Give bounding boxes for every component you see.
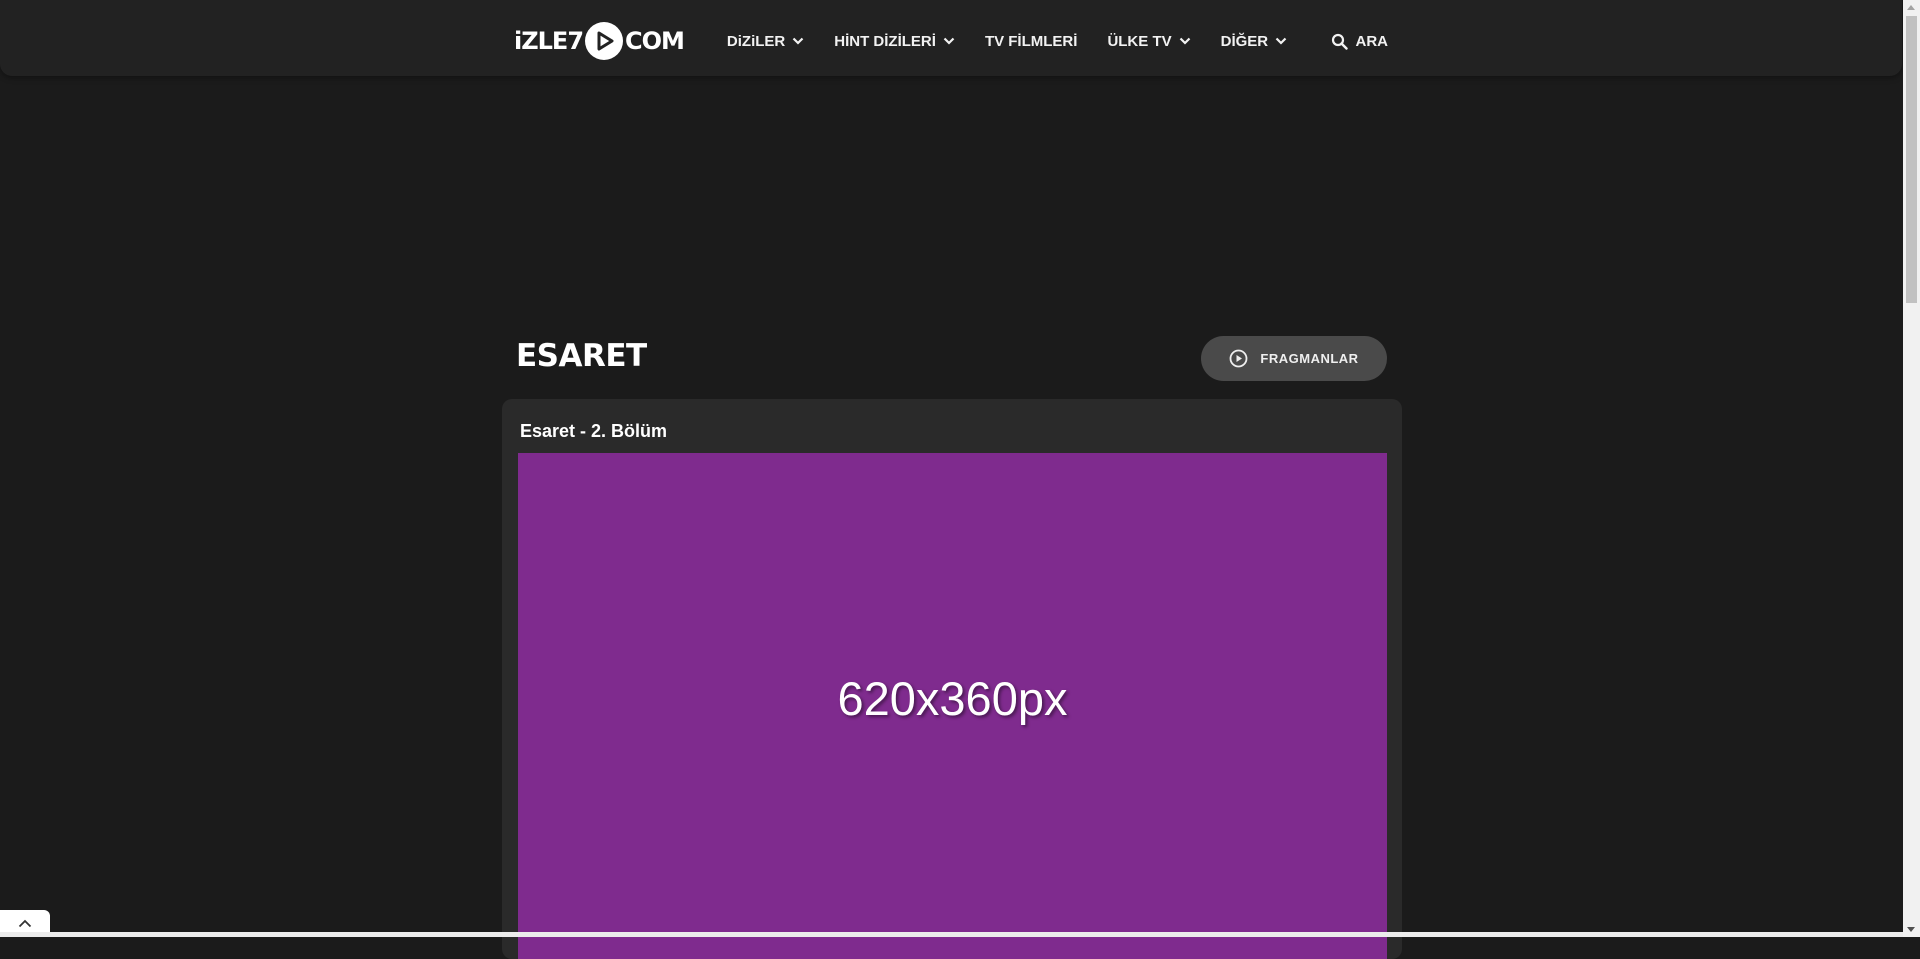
scrollbar-thumb[interactable] <box>1906 16 1917 303</box>
scroll-up-arrow-icon[interactable] <box>1907 5 1915 10</box>
trailers-button-label: FRAGMANLAR <box>1260 351 1359 366</box>
video-player[interactable]: 620x360px <box>518 453 1387 959</box>
nav-item-label: TV FİLMLERİ <box>984 32 1078 50</box>
chevron-down-icon <box>792 37 804 45</box>
episode-title: Esaret - 2. Bölüm <box>520 421 668 441</box>
nav-item-diziler[interactable]: DiZiLER <box>727 33 804 50</box>
chevron-down-icon <box>1179 37 1191 45</box>
nav-item-diger[interactable]: DİĞER <box>1221 33 1288 50</box>
page-title: ESARET <box>516 338 647 374</box>
nav-item-label: DiZiLER <box>726 32 786 50</box>
video-placeholder-text: 620x360px <box>837 672 1068 725</box>
chevron-down-icon <box>1275 37 1287 45</box>
player-card: Esaret - 2. Bölüm 620x360px <box>502 399 1402 959</box>
vertical-scrollbar[interactable] <box>1903 0 1920 937</box>
nav-item-ulke-tv[interactable]: ÜLKE TV <box>1107 33 1190 50</box>
nav-item-tv-filmleri[interactable]: TV FİLMLERİ <box>985 33 1078 50</box>
nav-item-label: ÜLKE TV <box>1107 32 1172 50</box>
header-inner: iZLE7 COM DiZiLER HİNT DİZİLERİ TV FİLML… <box>514 0 1388 82</box>
search-label: ARA <box>1355 32 1389 50</box>
nav-item-label: DİĞER <box>1220 32 1269 50</box>
chevron-up-icon <box>18 915 32 933</box>
trailers-button[interactable]: FRAGMANLAR <box>1201 336 1387 381</box>
logo-text-left: iZLE7 <box>514 27 584 55</box>
nav-item-label: HİNT DİZİLERİ <box>834 32 936 50</box>
site-header: iZLE7 COM DiZiLER HİNT DİZİLERİ TV FİLML… <box>0 0 1902 76</box>
play-circle-icon <box>1229 349 1248 368</box>
search-icon <box>1331 33 1348 50</box>
main-nav: DiZiLER HİNT DİZİLERİ TV FİLMLERİ ÜLKE T… <box>727 33 1317 50</box>
chevron-down-icon <box>943 37 955 45</box>
search-button[interactable]: ARA <box>1331 32 1389 50</box>
logo-text-right: COM <box>625 27 685 55</box>
play-logo-icon <box>585 22 624 60</box>
horizontal-scrollbar[interactable] <box>0 932 1903 937</box>
site-logo[interactable]: iZLE7 COM <box>514 21 685 61</box>
scroll-down-arrow-icon[interactable] <box>1907 927 1915 932</box>
nav-item-hint-dizileri[interactable]: HİNT DİZİLERİ <box>834 33 955 50</box>
